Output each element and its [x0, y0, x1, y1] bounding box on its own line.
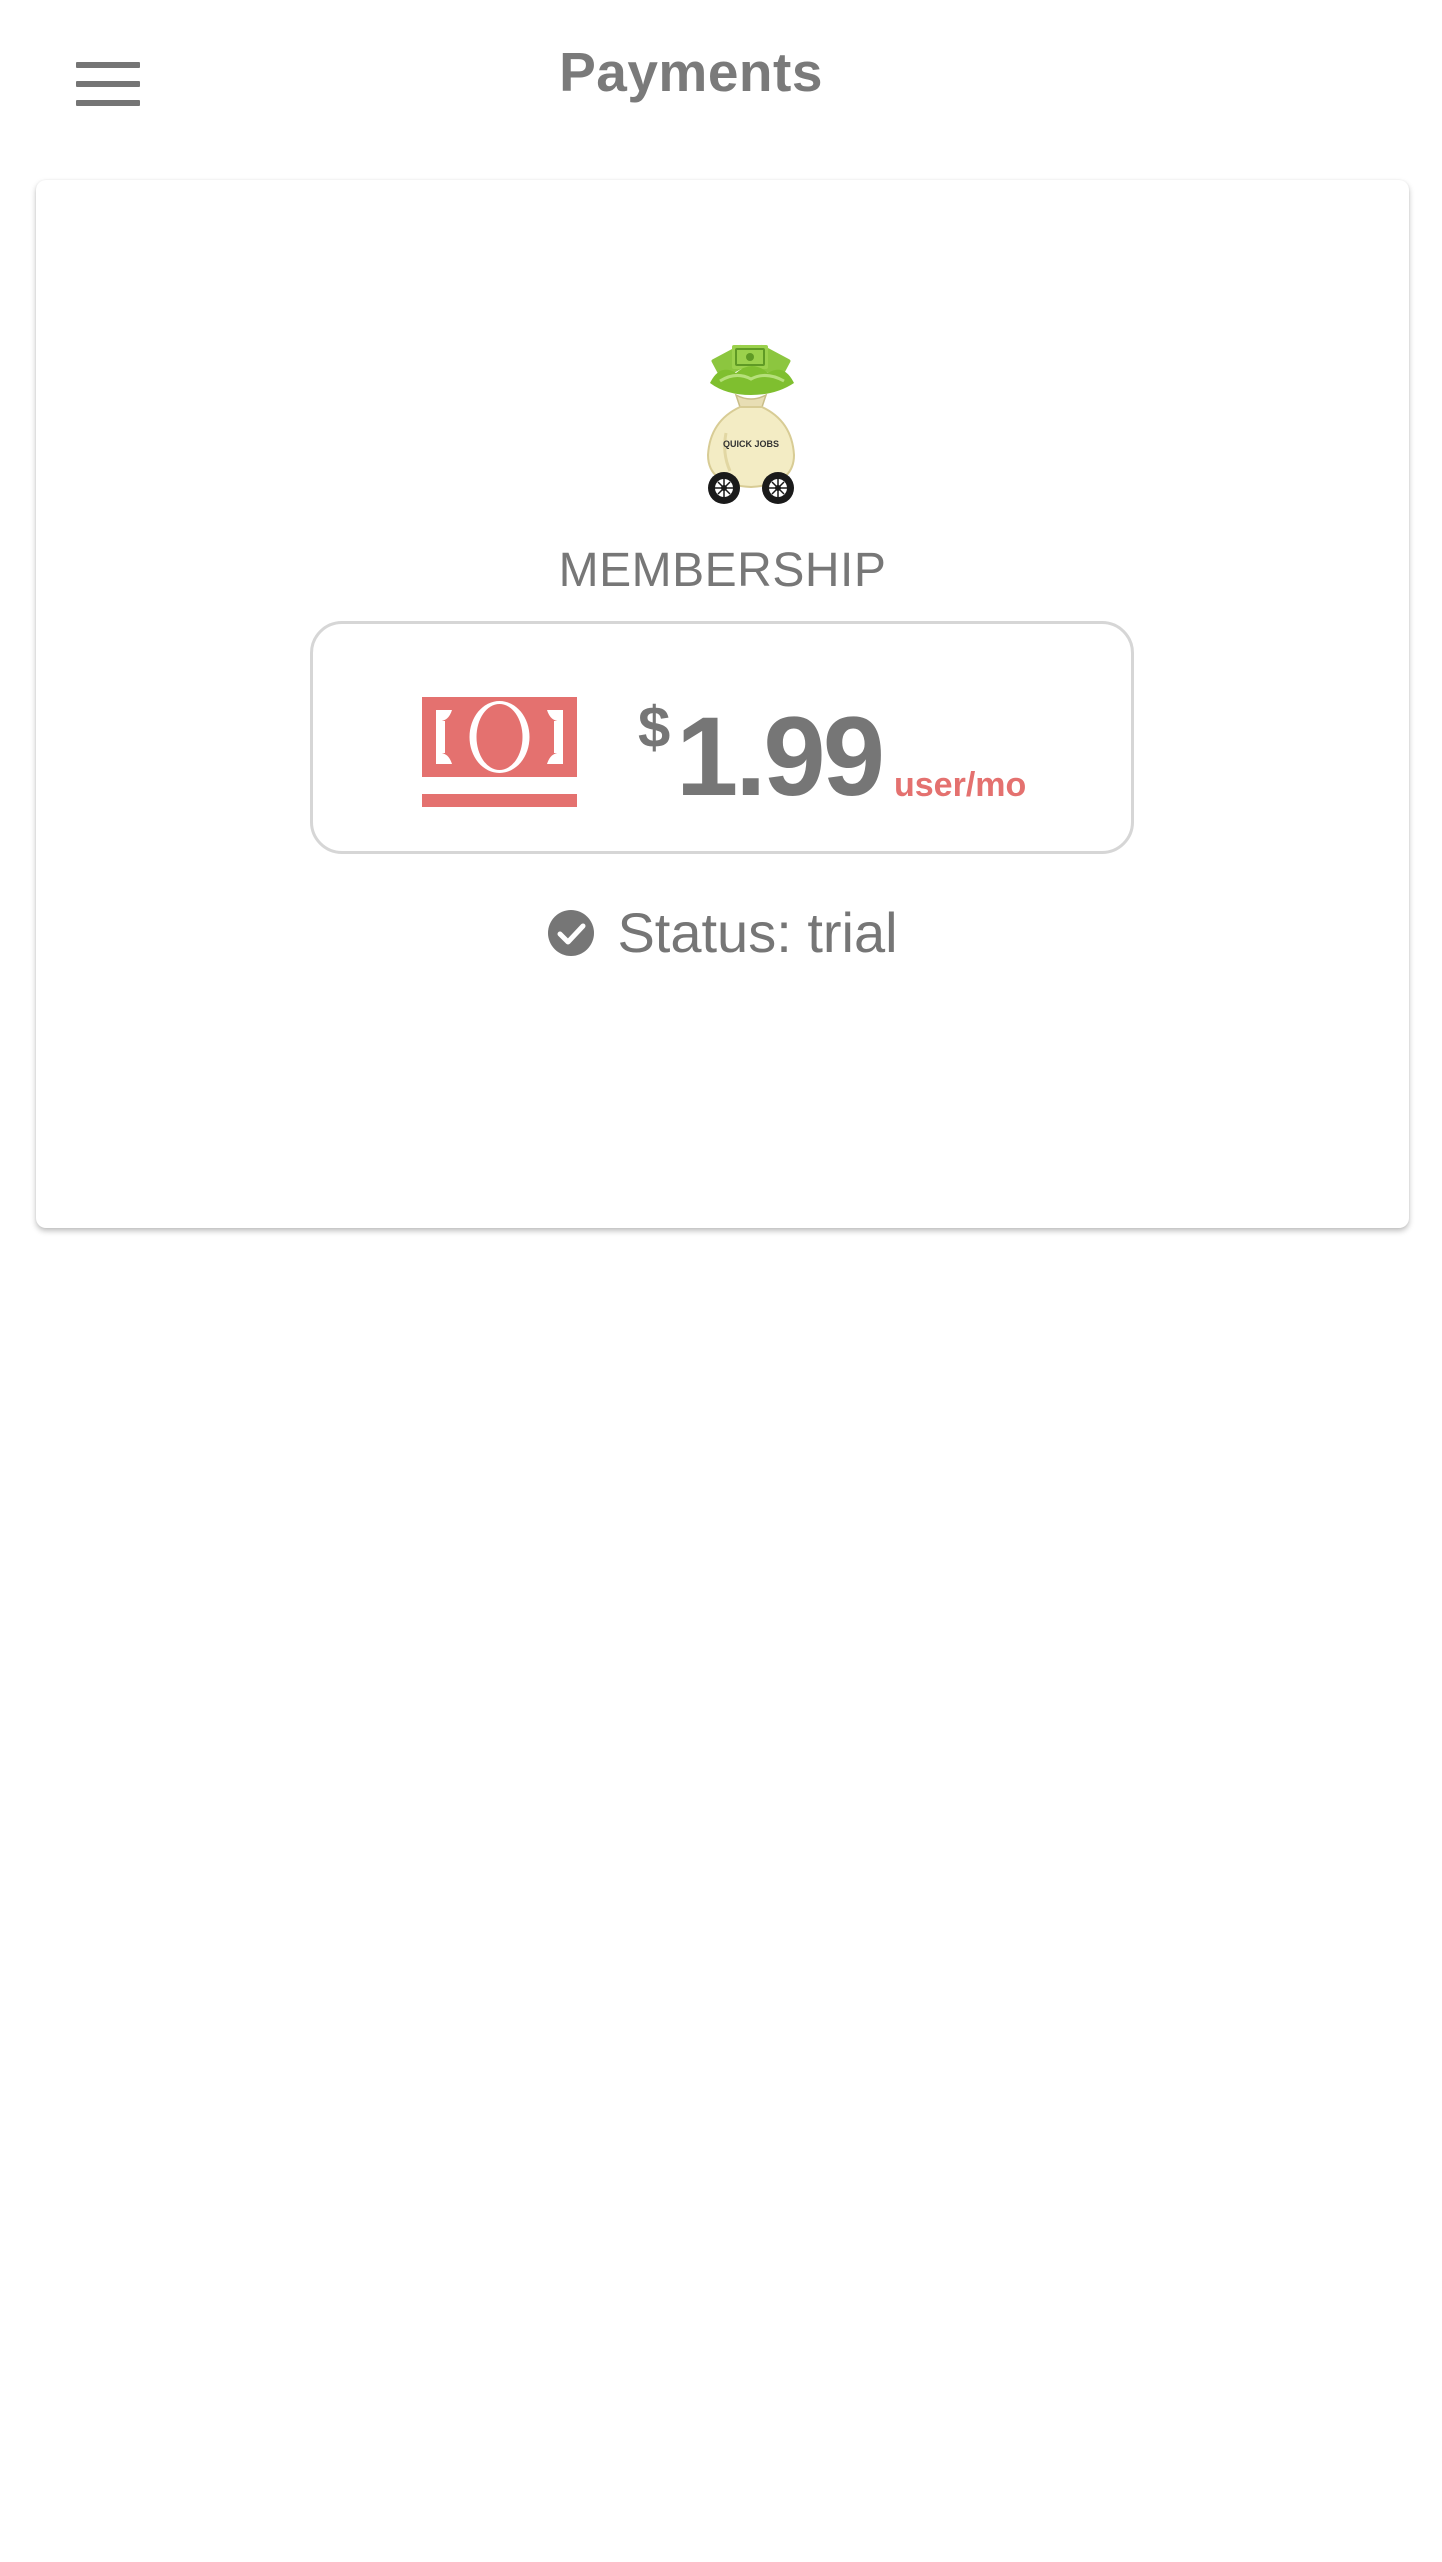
app-header: Payments	[0, 0, 1442, 160]
price-amount: 1.99	[676, 694, 885, 819]
page-title: Payments	[559, 41, 823, 103]
price-box: $ 1.99 user/mo	[310, 621, 1134, 854]
plan-label: MEMBERSHIP	[558, 544, 887, 597]
payments-screen: Payments QUICK JOBS MEMBERSHIP $ 1.99 us…	[0, 0, 1442, 2562]
logo-text: QUICK JOBS	[723, 439, 779, 449]
membership-status: Status: trial	[36, 900, 1409, 965]
check-circle-icon	[548, 909, 595, 956]
membership-card: QUICK JOBS MEMBERSHIP $ 1.99 user/mo Sta…	[36, 180, 1409, 1228]
price-currency: $	[638, 695, 671, 760]
status-text: Status: trial	[617, 901, 898, 964]
money-bag-logo-icon: QUICK JOBS	[706, 345, 796, 504]
money-bill-icon	[422, 697, 577, 807]
price-unit: user/mo	[894, 766, 1027, 804]
